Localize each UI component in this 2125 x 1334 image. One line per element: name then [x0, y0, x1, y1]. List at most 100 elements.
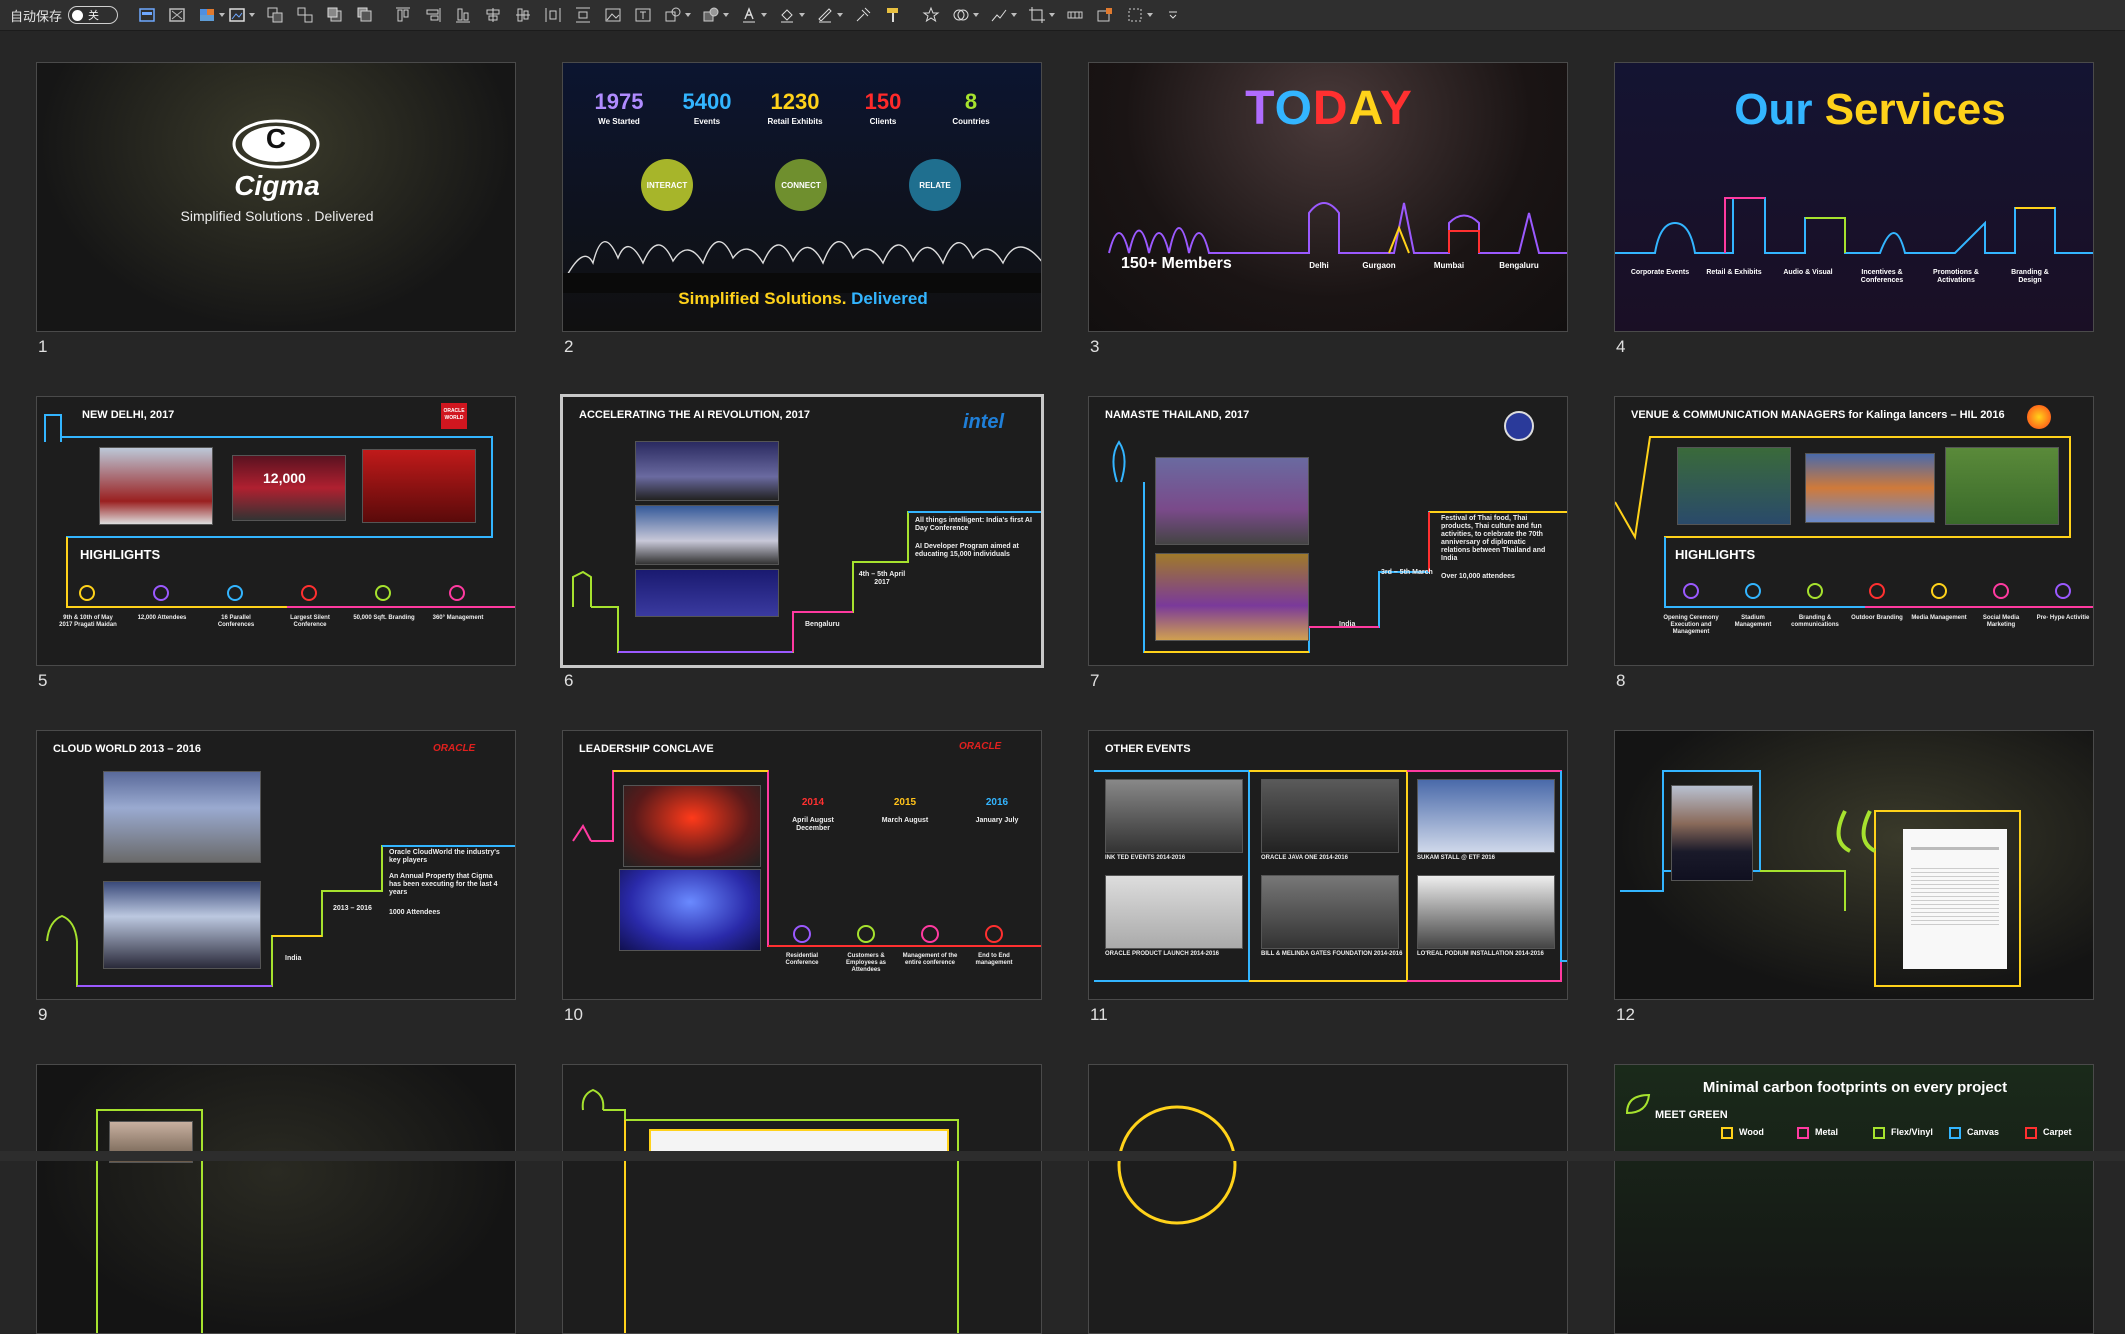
title-letter: A	[1348, 82, 1380, 135]
slide-7-thumbnail[interactable]: NAMASTE THAILAND, 2017 India 3rd – 5th M…	[1088, 396, 1568, 666]
more-options-icon[interactable]	[1162, 4, 1184, 26]
slide-2-thumbnail[interactable]: 1975 We Started 5400 Events 1230 Retail Exhib…	[562, 62, 1042, 332]
event-photo	[1945, 447, 2059, 525]
highlight-label: Opening Ceremony Execution and Managemen…	[1663, 615, 1719, 635]
slide-9-thumbnail[interactable]: CLOUD WORLD 2013 – 2016 ORACLE India 201…	[36, 730, 516, 1000]
slide-4-thumbnail[interactable]: Our Services Corporate Events Retail & Ex…	[1614, 62, 2094, 332]
bring-forward-icon[interactable]	[324, 4, 346, 26]
service-label: Branding & Design	[2011, 269, 2049, 284]
slide-number: 4	[1616, 337, 1626, 356]
event-photo	[1417, 875, 1555, 949]
event-photo	[1261, 779, 1399, 853]
city-label: Delhi	[1309, 261, 1329, 270]
event-place: India	[1339, 621, 1356, 628]
event-photo	[1105, 875, 1243, 949]
highlight-icon	[1993, 583, 2009, 599]
city-label: Bengaluru	[1499, 261, 1539, 270]
members-cityline-icon	[1108, 202, 1567, 254]
stat-value: 5400	[682, 89, 732, 114]
event-caption: SUKAM STALL @ ETF 2016	[1417, 855, 1495, 861]
brand-name: Cigma	[234, 170, 320, 201]
slide-11-thumbnail[interactable]: OTHER EVENTS INK TED EVENTS 2014-2016 ORA…	[1088, 730, 1568, 1000]
tagline-part-2: Delivered	[851, 289, 928, 308]
slide-title: ACCELERATING THE AI REVOLUTION, 2017	[579, 409, 811, 421]
arrange-icon[interactable]	[700, 4, 730, 26]
material-icon	[1797, 1127, 1809, 1139]
autosave-toggle[interactable]: 关	[68, 6, 119, 24]
replace-picture-icon[interactable]	[1094, 4, 1116, 26]
ungroup-icon[interactable]	[294, 4, 316, 26]
slide-15-thumbnail[interactable]	[1088, 1064, 1568, 1334]
event-place: Bengaluru	[805, 621, 840, 628]
crowd-silhouette-icon	[563, 241, 1041, 293]
feature-label: End to End management	[975, 953, 1013, 966]
chart-icon[interactable]	[988, 4, 1018, 26]
title-letter: O	[1274, 82, 1313, 135]
leaf-icon	[1625, 1093, 1651, 1115]
slide-3-thumbnail[interactable]: TODAY 150+ Members Delhi Gurgaon Mumbai Ben…	[1088, 62, 1568, 332]
new-slide-icon[interactable]	[136, 4, 158, 26]
font-color-icon[interactable]	[738, 4, 768, 26]
slide-title: LEADERSHIP CONCLAVE	[579, 743, 714, 755]
meet-green-label: MEET GREEN	[1655, 1109, 1728, 1121]
highlight-label: 16 Parallel Conferences	[217, 615, 255, 628]
event-photo	[635, 441, 779, 501]
feature-label: Management of the entire conference	[902, 953, 958, 966]
slide-14-thumbnail[interactable]	[562, 1064, 1042, 1334]
align-middle-icon[interactable]	[512, 4, 534, 26]
align-top-icon[interactable]	[392, 4, 414, 26]
selection-icon[interactable]	[1124, 4, 1154, 26]
services-title: Our Services	[1734, 85, 2006, 134]
event-caption: ORACLE JAVA ONE 2014-2016	[1261, 855, 1348, 861]
textbox-icon[interactable]	[632, 4, 654, 26]
slide-16-thumbnail[interactable]: Minimal carbon footprints on every proje…	[1614, 1064, 2094, 1334]
align-bottom-icon[interactable]	[452, 4, 474, 26]
layout-icon[interactable]	[196, 4, 226, 26]
slide-10-thumbnail[interactable]: LEADERSHIP CONCLAVE ORACLE 2014 April Aug…	[562, 730, 1042, 1000]
send-backward-icon[interactable]	[354, 4, 376, 26]
slide-5-thumbnail[interactable]: NEW DELHI, 2017 ORACLE WORLD 12,000 HIGH…	[36, 396, 516, 666]
format-background-icon[interactable]	[226, 4, 256, 26]
highlight-label: 50,000 Sqft. Branding	[353, 615, 415, 621]
hide-slide-icon[interactable]	[166, 4, 188, 26]
line-color-icon[interactable]	[814, 4, 844, 26]
stat-label: Clients	[869, 117, 897, 126]
distribute-vertically-icon[interactable]	[572, 4, 594, 26]
star-icon[interactable]	[920, 4, 942, 26]
feature-icon	[921, 925, 939, 943]
picture-icon[interactable]	[602, 4, 624, 26]
material-icon	[2025, 1127, 2037, 1139]
brand-tagline: Simplified Solutions . Delivered	[180, 208, 374, 224]
material-label: Carpet	[2043, 1127, 2072, 1137]
event-description: All things intelligent: India's first AI…	[915, 517, 1032, 532]
slide-number: 12	[1616, 1005, 1635, 1024]
slide-8-thumbnail[interactable]: VENUE & COMMUNICATION MANAGERS for Kalin…	[1614, 396, 2094, 666]
stat-label: We Started	[598, 117, 640, 126]
year-months: January July	[975, 817, 1019, 824]
shapes-merge-icon[interactable]	[950, 4, 980, 26]
shape-icon[interactable]	[662, 4, 692, 26]
slide-1-thumbnail[interactable]: C Cigma Simplified Solutions . Delivered	[36, 62, 516, 332]
slide-6-thumbnail[interactable]: ACCELERATING THE AI REVOLUTION, 2017 int…	[560, 394, 1044, 668]
crop-icon[interactable]	[1026, 4, 1056, 26]
highlight-label: Social Media Marketing	[1982, 615, 2020, 628]
format-painter-icon[interactable]	[882, 4, 904, 26]
highlight-label: Stadium Management	[1734, 615, 1772, 628]
distribute-horizontally-icon[interactable]	[542, 4, 564, 26]
align-right-icon[interactable]	[422, 4, 444, 26]
slide-13-thumbnail[interactable]	[36, 1064, 516, 1334]
service-label: Corporate Events	[1630, 269, 1690, 276]
slide-title: Minimal carbon footprints on every proje…	[1702, 1079, 2008, 1096]
letter-document	[1903, 829, 2007, 969]
slide-title: VENUE & COMMUNICATION MANAGERS for Kalin…	[1631, 409, 2005, 421]
highlight-label: Largest Silent Conference	[290, 615, 330, 628]
group-icon[interactable]	[264, 4, 286, 26]
event-photo	[103, 881, 261, 969]
reset-icon[interactable]	[1064, 4, 1086, 26]
fill-color-icon[interactable]	[776, 4, 806, 26]
highlight-label: 9th & 10th of May 2017 Pragati Maidan	[59, 615, 117, 628]
slide-12-thumbnail[interactable]	[1614, 730, 2094, 1000]
highlight-icon	[1931, 583, 1947, 599]
align-center-icon[interactable]	[482, 4, 504, 26]
effects-icon[interactable]	[852, 4, 874, 26]
